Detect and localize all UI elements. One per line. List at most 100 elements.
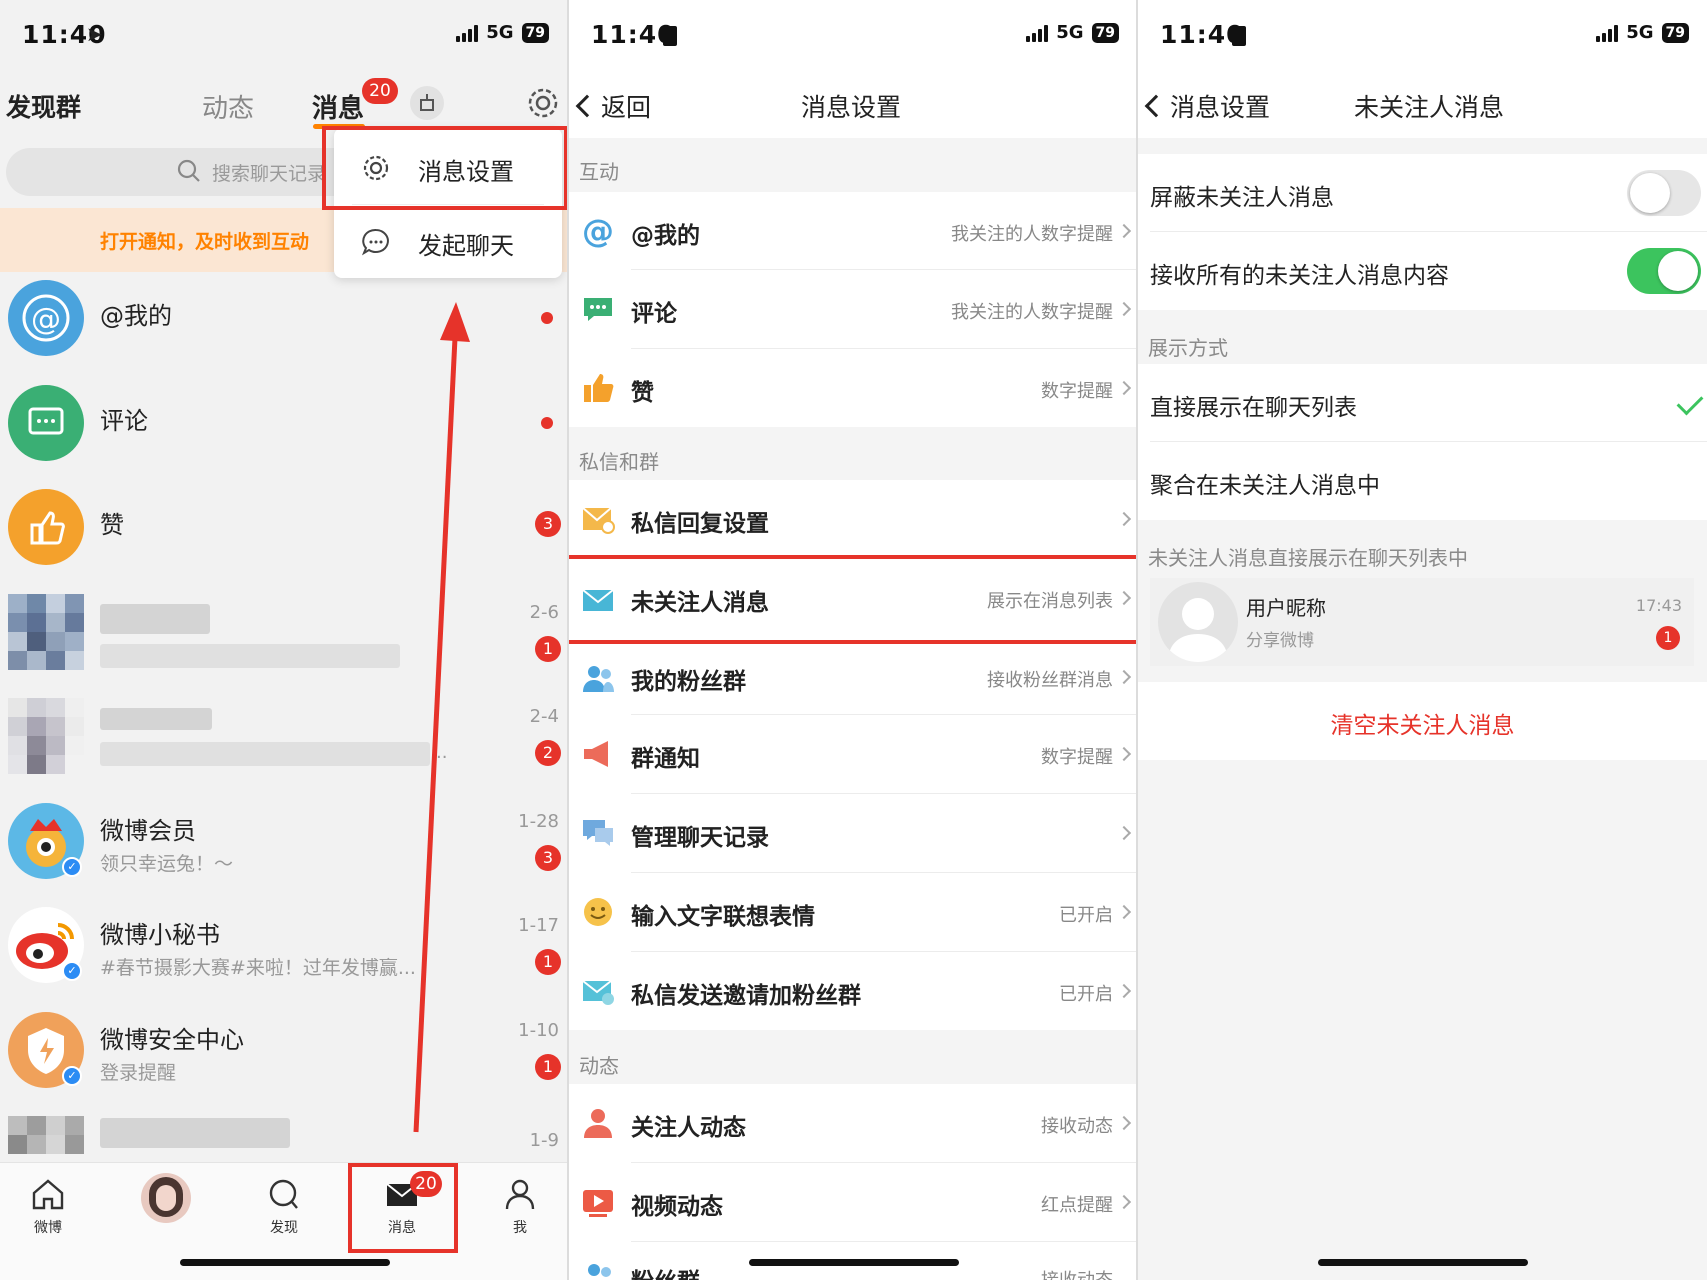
row-label: 管理聊天记录: [631, 825, 769, 851]
search-icon: [269, 1179, 298, 1209]
setting-row-comments[interactable]: 评论 我关注的人数字提醒: [569, 270, 1137, 349]
bottom-tab-bar: 微博 发现 消息 20 我: [0, 1162, 567, 1280]
nav-bar: 消息设置 未关注人消息: [1138, 74, 1707, 138]
tab-label: 发现: [270, 1220, 298, 1236]
chat-history-icon: [581, 816, 615, 850]
row-label: 私信发送邀请加粉丝群: [631, 983, 861, 1009]
option-direct-display[interactable]: 直接展示在聊天列表: [1138, 364, 1707, 442]
row-label: 我的粉丝群: [631, 669, 746, 695]
clear-unfollowed-button[interactable]: 清空未关注人消息: [1138, 682, 1707, 760]
battery-indicator: 79: [1661, 22, 1689, 43]
network-type: 5G: [1626, 22, 1654, 43]
messages-screen: 11:40 ➤ 5G 79 发现群 动态 消息 20 搜索聊天记录 打开通知，及…: [0, 0, 567, 1280]
status-bar: 11:40 5G 79: [569, 0, 1137, 74]
row-value: 接收动态: [1041, 1116, 1113, 1137]
row-label: 关注人动态: [631, 1115, 746, 1141]
chevron-right-icon: [1116, 983, 1132, 999]
setting-row-dm-reply[interactable]: 私信回复设置: [569, 480, 1137, 557]
setting-row-emoji-suggest[interactable]: 输入文字联想表情 已开启: [569, 873, 1137, 952]
setting-row-mentions[interactable]: @ @我的 我关注的人数字提醒: [569, 192, 1137, 270]
tab-discover[interactable]: 发现: [244, 1177, 324, 1237]
preview-unread-count: 1: [1656, 626, 1680, 650]
setting-row-dm-invite-fan-group[interactable]: 私信发送邀请加粉丝群 已开启: [569, 952, 1137, 1030]
signal-icon: [1026, 24, 1049, 42]
person-icon: [581, 1106, 615, 1140]
setting-row-likes[interactable]: 赞 数字提醒: [569, 349, 1137, 427]
svg-text:@: @: [582, 214, 614, 248]
home-icon: [32, 1179, 64, 1210]
setting-row-video-dynamic[interactable]: 视频动态 红点提醒: [569, 1163, 1137, 1242]
option-aggregate[interactable]: 聚合在未关注人消息中: [1138, 442, 1707, 520]
setting-row-group-notice[interactable]: 群通知 数字提醒: [569, 715, 1137, 794]
row-value: 我关注的人数字提醒: [951, 224, 1113, 245]
chevron-right-icon: [1116, 746, 1132, 762]
network-type: 5G: [1056, 22, 1084, 43]
play-icon: [581, 1185, 615, 1219]
row-label: 屏蔽未关注人消息: [1150, 185, 1334, 211]
receive-toggle[interactable]: [1627, 248, 1701, 294]
chevron-right-icon: [1116, 380, 1132, 396]
back-button[interactable]: 消息设置: [1144, 88, 1271, 124]
row-label: 评论: [631, 301, 677, 327]
row-label: 未关注人消息: [631, 590, 769, 616]
preview-time: 17:43: [1635, 596, 1682, 615]
comment-icon: [581, 292, 615, 326]
home-indicator: [180, 1259, 390, 1266]
sim-icon: [663, 26, 677, 46]
annotation-arrow: [413, 302, 470, 1133]
back-label: 返回: [601, 93, 652, 122]
row-value: 我关注的人数字提醒: [951, 302, 1113, 323]
row-label: 群通知: [631, 746, 700, 772]
setting-row-manage-chat-history[interactable]: 管理聊天记录: [569, 794, 1137, 873]
default-avatar-icon: [1158, 582, 1238, 662]
row-label: 接收所有的未关注人消息内容: [1150, 263, 1449, 289]
row-label: 私信回复设置: [631, 511, 769, 537]
nav-bar: 返回 消息设置: [569, 74, 1137, 138]
envelope-icon: [581, 974, 615, 1008]
home-indicator: [749, 1259, 959, 1266]
people-icon: [581, 1260, 615, 1280]
back-label: 消息设置: [1170, 93, 1271, 122]
battery-indicator: 79: [1091, 22, 1119, 43]
tab-label: 我: [513, 1220, 527, 1236]
tab-weibo[interactable]: 微博: [8, 1177, 88, 1237]
clear-label: 清空未关注人消息: [1330, 713, 1515, 739]
megaphone-icon: [581, 737, 615, 771]
chevron-right-icon: [1116, 590, 1132, 606]
tab-me[interactable]: 我: [480, 1177, 560, 1237]
chevron-right-icon: [1116, 301, 1132, 317]
checkmark-icon: [1676, 388, 1704, 416]
chevron-left-icon: [1144, 94, 1168, 118]
highlight-box: [348, 1163, 458, 1253]
setting-row-receive-all: 接收所有的未关注人消息内容: [1138, 232, 1707, 310]
setting-row-following-dynamic[interactable]: 关注人动态 接收动态: [569, 1084, 1137, 1163]
tab-label: 微博: [34, 1220, 62, 1236]
block-toggle[interactable]: [1627, 170, 1701, 216]
message-settings-screen: 11:40 5G 79 返回 消息设置 互动 @ @我的 我关注的人数字提醒 评…: [569, 0, 1137, 1280]
preview-name: 用户昵称: [1246, 596, 1326, 620]
row-label: 聚合在未关注人消息中: [1150, 473, 1380, 499]
tab-video-avatar[interactable]: [126, 1173, 206, 1223]
signal-icon: [1596, 24, 1619, 42]
row-value: 展示在消息列表: [987, 591, 1113, 612]
row-label: 输入文字联想表情: [631, 904, 815, 930]
row-value: 数字提醒: [1041, 381, 1113, 402]
row-value: 已开启: [1059, 984, 1113, 1005]
row-value: 数字提醒: [1041, 747, 1113, 768]
row-label: @我的: [631, 223, 700, 249]
setting-row-unfollowed-messages[interactable]: 未关注人消息 展示在消息列表: [569, 559, 1137, 640]
preview-sub: 分享微博: [1246, 631, 1314, 651]
back-button[interactable]: 返回: [575, 88, 652, 124]
chevron-right-icon: [1116, 223, 1132, 239]
row-label: 粉丝群: [631, 1262, 700, 1280]
chevron-right-icon: [1116, 1115, 1132, 1131]
setting-row-fan-group[interactable]: 我的粉丝群 接收粉丝群消息: [569, 644, 1137, 715]
people-icon: [581, 662, 615, 696]
row-value: 红点提醒: [1041, 1195, 1113, 1216]
envelope-icon: [581, 583, 615, 617]
chevron-right-icon: [1116, 825, 1132, 841]
page-title: 消息设置: [801, 93, 902, 122]
home-indicator: [1318, 1259, 1528, 1266]
chevron-left-icon: [575, 94, 599, 118]
row-value: 已开启: [1059, 905, 1113, 926]
